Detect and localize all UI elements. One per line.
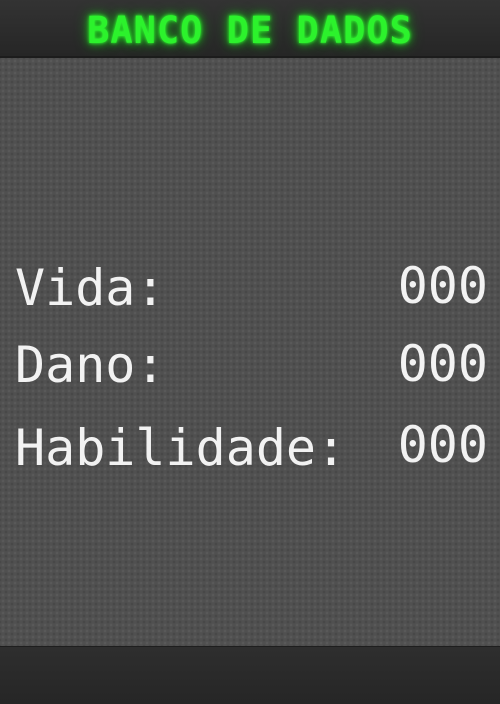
header-bar: BANCO DE DADOS xyxy=(0,0,500,58)
stat-label-dano: Dano: xyxy=(15,336,166,394)
database-panel: Vida: 000 Dano: 000 Habilidade: 000 xyxy=(0,58,500,646)
stat-value-habilidade: 000 xyxy=(397,416,488,474)
stat-value-dano: 000 xyxy=(397,335,488,393)
stat-label-vida: Vida: xyxy=(15,259,166,317)
screen-title: BANCO DE DADOS xyxy=(87,9,413,52)
stat-label-habilidade: Habilidade: xyxy=(15,419,347,477)
stat-value-vida: 000 xyxy=(397,257,488,315)
footer-bar xyxy=(0,646,500,704)
